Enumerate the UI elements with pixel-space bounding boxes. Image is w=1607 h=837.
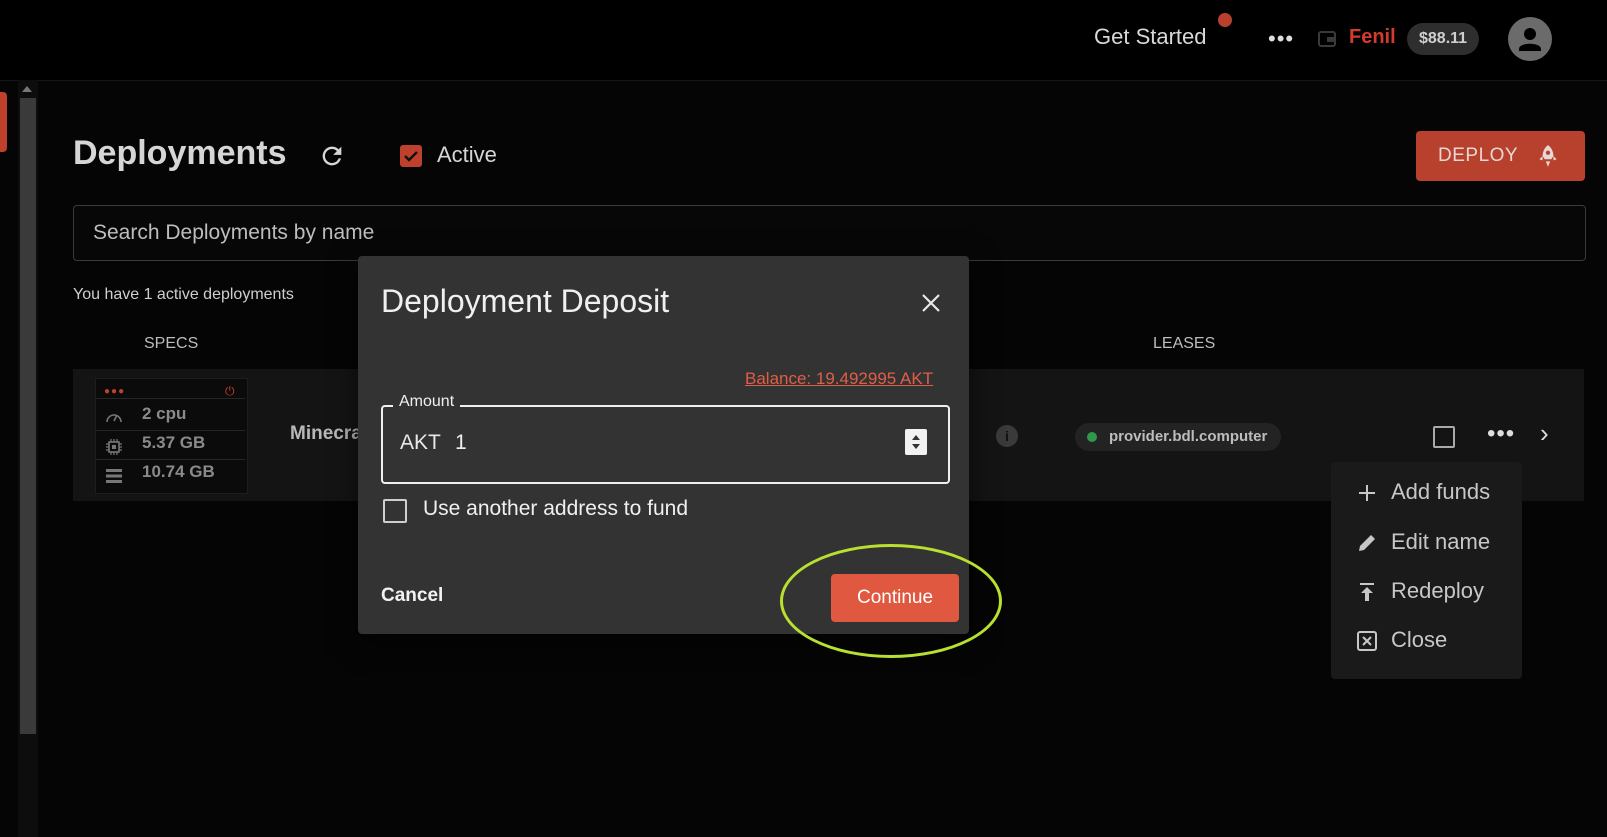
power-icon: ⏻	[225, 384, 235, 398]
info-icon[interactable]: i	[996, 425, 1018, 447]
get-started-link[interactable]: Get Started	[1094, 24, 1207, 50]
menu-item-label: Add funds	[1391, 479, 1491, 504]
memory-chip-icon	[106, 439, 122, 455]
use-another-address-label[interactable]: Use another address to fund	[423, 497, 688, 521]
wallet-balance-chip[interactable]: $88.11	[1407, 23, 1480, 55]
column-header-leases: LEASES	[1153, 335, 1216, 352]
active-count-text: You have 1 active deployments	[73, 286, 294, 303]
menu-item-label: Redeploy	[1391, 578, 1484, 603]
storage-icon	[106, 469, 122, 483]
search-input[interactable]: Search Deployments by name	[73, 205, 1586, 261]
chevron-right-icon[interactable]: ›	[1540, 418, 1549, 449]
menu-item-close[interactable]: Close	[1331, 617, 1522, 665]
spec-memory: 5.37 GB	[142, 433, 206, 452]
search-placeholder: Search Deployments by name	[93, 221, 375, 244]
spec-storage: 10.74 GB	[142, 462, 215, 481]
menu-item-edit-name[interactable]: Edit name	[1331, 519, 1522, 567]
use-another-address-checkbox[interactable]	[383, 499, 407, 523]
deployment-name: Minecra	[290, 423, 362, 444]
spec-cpu: 2 cpu	[142, 404, 187, 423]
lease-provider-name: provider.bdl.computer	[1109, 428, 1268, 445]
close-box-icon	[1357, 631, 1377, 651]
amount-stepper[interactable]	[905, 429, 927, 455]
menu-item-add-funds[interactable]: Add funds	[1331, 469, 1522, 517]
row-context-menu: Add funds Edit name Redeploy Close	[1331, 462, 1522, 679]
lease-status-dot	[1087, 432, 1097, 442]
sidebar-accent	[0, 92, 7, 152]
check-icon	[404, 151, 418, 162]
amount-currency-prefix: AKT	[400, 431, 441, 454]
stepper-arrows-icon	[912, 435, 920, 449]
menu-item-label: Close	[1391, 627, 1448, 652]
specs-divider	[96, 430, 245, 431]
rocket-icon	[1539, 145, 1557, 167]
scrollbar-thumb[interactable]	[20, 98, 36, 734]
amount-label: Amount	[393, 393, 461, 411]
page-title: Deployments	[73, 134, 287, 172]
pencil-icon	[1359, 535, 1375, 551]
more-menu-button[interactable]: •••	[1268, 26, 1294, 52]
column-header-specs: SPECS	[144, 335, 199, 352]
row-more-button[interactable]: •••	[1487, 420, 1515, 448]
active-filter-label[interactable]: Active	[437, 142, 497, 168]
notification-dot	[1218, 13, 1232, 27]
speedometer-icon	[106, 414, 122, 423]
amount-value[interactable]: 1	[455, 431, 467, 455]
plus-icon	[1359, 485, 1375, 501]
upload-icon	[1360, 583, 1374, 601]
close-icon[interactable]	[919, 291, 943, 315]
menu-item-label: Edit name	[1391, 529, 1491, 554]
deploy-button[interactable]: DEPLOY	[1416, 131, 1585, 181]
highlight-circle-annotation	[780, 544, 1002, 658]
balance-link[interactable]: Balance: 19.492995 AKT	[745, 369, 933, 389]
refresh-icon[interactable]	[318, 142, 346, 170]
lease-provider-chip[interactable]: provider.bdl.computer	[1075, 423, 1282, 451]
account-avatar[interactable]	[1508, 17, 1552, 61]
cancel-button[interactable]: Cancel	[381, 585, 443, 607]
active-filter-checkbox[interactable]	[400, 145, 422, 167]
wallet-icon	[1318, 31, 1336, 47]
deploy-button-label: DEPLOY	[1438, 145, 1519, 166]
menu-item-redeploy[interactable]: Redeploy	[1331, 568, 1522, 616]
row-select-checkbox[interactable]	[1433, 426, 1455, 448]
person-icon	[1519, 28, 1541, 51]
specs-divider	[96, 459, 245, 460]
wallet-name[interactable]: Fenil	[1349, 26, 1396, 49]
dialog-title: Deployment Deposit	[381, 283, 670, 319]
specs-status-dots: ●●●	[104, 386, 126, 397]
specs-divider	[96, 398, 245, 399]
scroll-up-arrow-icon[interactable]	[22, 86, 32, 92]
